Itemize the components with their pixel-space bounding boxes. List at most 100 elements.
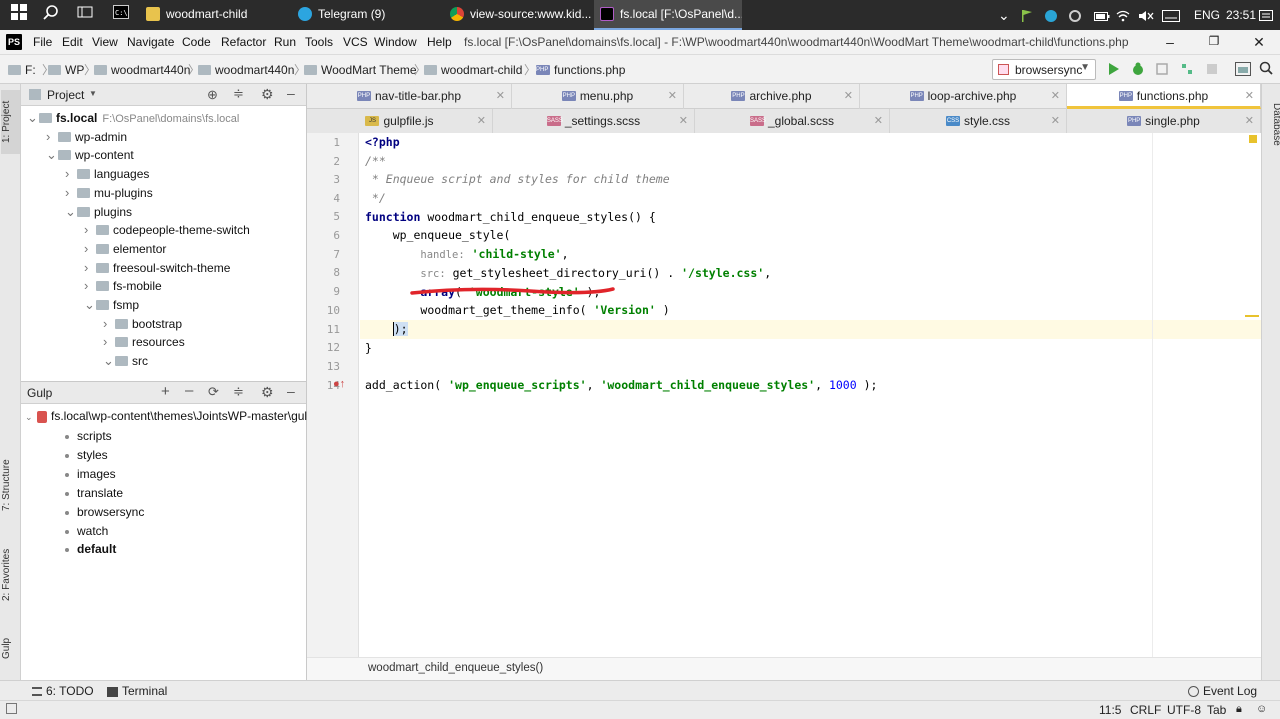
lock-icon[interactable]: 🔒︎ xyxy=(1236,703,1242,716)
gulp-root[interactable]: ⌄ fs.local\wp-content\themes\JointsWP-mas… xyxy=(25,407,307,426)
terminal-tool-button[interactable]: Terminal xyxy=(107,684,167,698)
tree-item[interactable]: › fs-mobile xyxy=(84,276,162,295)
taskbar-app-telegram[interactable]: Telegram (9) xyxy=(292,0,442,30)
collapse-icon[interactable]: ≑ xyxy=(233,86,244,102)
tree-item[interactable]: ⌄ fs.local F:\OsPanel\domains\fs.local xyxy=(27,108,239,127)
line-separator[interactable]: CRLF xyxy=(1130,703,1161,717)
gear-icon[interactable]: ⚙ xyxy=(261,86,274,103)
chevron-right-icon[interactable]: › xyxy=(84,258,96,277)
locate-icon[interactable]: ⊕ xyxy=(207,87,218,103)
collapse-icon[interactable]: ≑ xyxy=(233,384,244,400)
tab-style-css[interactable]: CSS style.css ✕ xyxy=(890,109,1067,134)
tab-loop-archive[interactable]: PHP loop-archive.php ✕ xyxy=(860,84,1067,109)
taskbar-app-chrome[interactable]: view-source:www.kid... xyxy=(444,0,592,30)
volume-muted-icon[interactable] xyxy=(1138,0,1154,30)
menu-help[interactable]: Help xyxy=(427,35,452,49)
tool-tab-gulp[interactable]: Gulp xyxy=(1,628,20,668)
refresh-icon[interactable]: ⟳ xyxy=(208,384,219,400)
language-indicator[interactable]: ENG xyxy=(1194,0,1220,30)
chevron-down-icon[interactable]: ▼ xyxy=(89,89,97,98)
close-tab-icon[interactable]: ✕ xyxy=(1051,109,1060,134)
menu-navigate[interactable]: Navigate xyxy=(127,35,174,49)
menu-refactor[interactable]: Refactor xyxy=(221,35,266,49)
close-tab-icon[interactable]: ✕ xyxy=(1245,84,1254,109)
tree-item[interactable]: › elementor xyxy=(84,239,166,258)
notification-icon[interactable] xyxy=(1252,0,1280,30)
wifi-icon[interactable] xyxy=(1116,0,1130,30)
search-icon[interactable] xyxy=(40,4,62,26)
run-icon[interactable] xyxy=(1108,62,1120,79)
task-view-icon[interactable] xyxy=(74,4,96,26)
project-panel-title[interactable]: Project xyxy=(47,88,84,102)
coverage-icon[interactable] xyxy=(1155,62,1169,79)
close-tab-icon[interactable]: ✕ xyxy=(668,84,677,109)
file-encoding[interactable]: UTF-8 xyxy=(1167,703,1201,717)
close-tab-icon[interactable]: ✕ xyxy=(496,84,505,109)
close-tab-icon[interactable]: ✕ xyxy=(679,109,688,134)
menu-tools[interactable]: Tools xyxy=(305,35,333,49)
project-structure-icon[interactable] xyxy=(1235,62,1251,79)
breadcrumb-woodmart440n-2[interactable]: woodmart440n xyxy=(198,63,294,77)
gear-tray-icon[interactable] xyxy=(1068,0,1082,30)
close-tab-icon[interactable]: ✕ xyxy=(874,109,883,134)
restore-icon[interactable]: ❐ xyxy=(1204,34,1224,48)
profile-icon[interactable] xyxy=(1180,62,1194,79)
windows-start-icon[interactable] xyxy=(8,4,30,26)
chevron-right-icon[interactable]: › xyxy=(84,220,96,239)
chevron-down-icon[interactable]: ⌄ xyxy=(84,295,96,314)
chevron-down-icon[interactable]: ⌄ xyxy=(46,145,58,164)
tool-tab-structure[interactable]: 7: Structure xyxy=(1,449,20,521)
battery-icon[interactable] xyxy=(1094,0,1110,30)
gulp-task[interactable]: styles xyxy=(65,448,108,462)
tree-item[interactable]: › wp-admin xyxy=(46,127,127,146)
chevron-down-icon[interactable]: ⌄ xyxy=(103,351,115,370)
tree-item[interactable]: › codepeople-theme-switch xyxy=(84,220,250,239)
breadcrumb-woodmart-child[interactable]: woodmart-child xyxy=(424,63,522,77)
inspection-status-icon[interactable] xyxy=(1249,135,1257,143)
menu-window[interactable]: Window xyxy=(374,35,417,49)
close-tab-icon[interactable]: ✕ xyxy=(1051,84,1060,109)
cmd-icon[interactable]: C:\ xyxy=(110,4,132,26)
warning-stripe-marker[interactable] xyxy=(1245,315,1259,317)
gulp-task[interactable]: images xyxy=(65,467,116,481)
menu-run[interactable]: Run xyxy=(274,35,296,49)
tab-settings-scss[interactable]: SASS _settings.scss ✕ xyxy=(493,109,695,134)
close-tab-icon[interactable]: ✕ xyxy=(844,84,853,109)
menu-code[interactable]: Code xyxy=(182,35,211,49)
tree-item[interactable]: ⌄ fsmp xyxy=(84,295,139,314)
network-globe-icon[interactable] xyxy=(1044,0,1058,30)
gulp-task[interactable]: scripts xyxy=(65,429,112,443)
chevron-right-icon[interactable]: › xyxy=(103,314,115,333)
tree-item[interactable]: › mu-plugins xyxy=(65,183,153,202)
menu-file[interactable]: File xyxy=(33,35,52,49)
tab-menu[interactable]: PHP menu.php ✕ xyxy=(512,84,684,109)
search-everywhere-icon[interactable] xyxy=(1259,61,1273,78)
chevron-up-icon[interactable]: ⌄ xyxy=(998,0,1010,30)
chevron-right-icon[interactable]: › xyxy=(65,183,77,202)
breadcrumb-drive[interactable]: F: xyxy=(8,63,36,77)
close-tab-icon[interactable]: ✕ xyxy=(1245,109,1254,134)
hide-icon[interactable]: – xyxy=(287,85,295,101)
gulp-task[interactable]: translate xyxy=(64,486,123,500)
chevron-right-icon[interactable]: › xyxy=(84,239,96,258)
menu-view[interactable]: View xyxy=(92,35,118,49)
caret-position[interactable]: 11:5 xyxy=(1099,703,1121,717)
gulp-task[interactable]: browsersync xyxy=(64,505,144,519)
tab-nav-title-bar[interactable]: PHP nav-title-bar.php ✕ xyxy=(307,84,512,109)
tool-tab-database[interactable]: Database xyxy=(1263,92,1280,156)
tree-item[interactable]: › freesoul-switch-theme xyxy=(84,258,230,277)
hide-icon[interactable]: – xyxy=(287,383,295,399)
close-tab-icon[interactable]: ✕ xyxy=(477,109,486,134)
indent-setting[interactable]: Tab xyxy=(1207,703,1226,717)
debug-icon[interactable] xyxy=(1131,62,1145,79)
taskbar-app-phpstorm[interactable]: fs.local [F:\OsPanel\d... xyxy=(594,0,742,30)
tree-item[interactable]: › resources xyxy=(103,332,185,351)
breadcrumb-wp[interactable]: WP xyxy=(48,63,84,77)
editor-breadcrumb[interactable]: woodmart_child_enqueue_styles() xyxy=(368,662,543,674)
remove-icon[interactable]: – xyxy=(185,382,193,399)
breadcrumb-woodmart440n-1[interactable]: woodmart440n xyxy=(94,63,190,77)
breadcrumb-file[interactable]: PHP functions.php xyxy=(536,63,625,77)
tab-gulpfile[interactable]: JS gulpfile.js ✕ xyxy=(307,109,493,134)
implements-marker-icon[interactable]: ●↑ xyxy=(333,378,345,390)
taskbar-app-explorer[interactable]: woodmart-child xyxy=(140,0,290,30)
